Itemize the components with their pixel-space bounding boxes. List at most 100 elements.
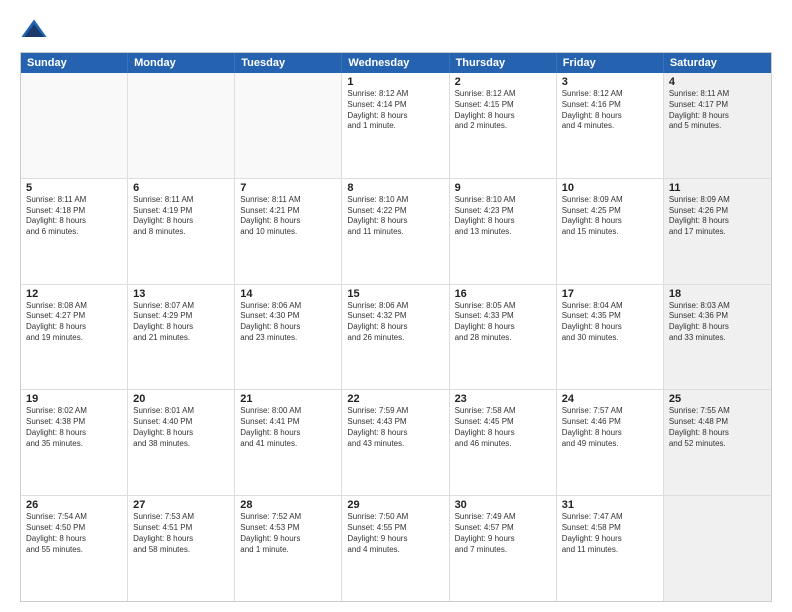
calendar-cell-2-6: 18Sunrise: 8:03 AM Sunset: 4:36 PM Dayli…: [664, 285, 771, 390]
day-number: 2: [455, 76, 551, 88]
cell-info: Sunrise: 7:53 AM Sunset: 4:51 PM Dayligh…: [133, 512, 229, 555]
day-number: 16: [455, 288, 551, 300]
cell-info: Sunrise: 8:00 AM Sunset: 4:41 PM Dayligh…: [240, 406, 336, 449]
calendar-cell-2-5: 17Sunrise: 8:04 AM Sunset: 4:35 PM Dayli…: [557, 285, 664, 390]
day-number: 8: [347, 182, 443, 194]
day-number: 29: [347, 499, 443, 511]
calendar-cell-2-4: 16Sunrise: 8:05 AM Sunset: 4:33 PM Dayli…: [450, 285, 557, 390]
calendar-cell-1-4: 9Sunrise: 8:10 AM Sunset: 4:23 PM Daylig…: [450, 179, 557, 284]
cell-info: Sunrise: 8:02 AM Sunset: 4:38 PM Dayligh…: [26, 406, 122, 449]
calendar-row-2: 12Sunrise: 8:08 AM Sunset: 4:27 PM Dayli…: [21, 285, 771, 391]
calendar-row-0: 1Sunrise: 8:12 AM Sunset: 4:14 PM Daylig…: [21, 73, 771, 179]
calendar-cell-2-3: 15Sunrise: 8:06 AM Sunset: 4:32 PM Dayli…: [342, 285, 449, 390]
day-number: 6: [133, 182, 229, 194]
calendar-cell-1-1: 6Sunrise: 8:11 AM Sunset: 4:19 PM Daylig…: [128, 179, 235, 284]
cell-info: Sunrise: 7:57 AM Sunset: 4:46 PM Dayligh…: [562, 406, 658, 449]
calendar: SundayMondayTuesdayWednesdayThursdayFrid…: [20, 52, 772, 602]
cell-info: Sunrise: 8:03 AM Sunset: 4:36 PM Dayligh…: [669, 301, 766, 344]
day-number: 21: [240, 393, 336, 405]
day-number: 3: [562, 76, 658, 88]
calendar-cell-0-5: 3Sunrise: 8:12 AM Sunset: 4:16 PM Daylig…: [557, 73, 664, 178]
day-number: 17: [562, 288, 658, 300]
calendar-cell-4-6: [664, 496, 771, 601]
cell-info: Sunrise: 8:07 AM Sunset: 4:29 PM Dayligh…: [133, 301, 229, 344]
calendar-cell-3-4: 23Sunrise: 7:58 AM Sunset: 4:45 PM Dayli…: [450, 390, 557, 495]
day-number: 23: [455, 393, 551, 405]
calendar-cell-1-2: 7Sunrise: 8:11 AM Sunset: 4:21 PM Daylig…: [235, 179, 342, 284]
page: SundayMondayTuesdayWednesdayThursdayFrid…: [0, 0, 792, 612]
calendar-cell-4-0: 26Sunrise: 7:54 AM Sunset: 4:50 PM Dayli…: [21, 496, 128, 601]
day-number: 30: [455, 499, 551, 511]
day-number: 11: [669, 182, 766, 194]
calendar-cell-3-6: 25Sunrise: 7:55 AM Sunset: 4:48 PM Dayli…: [664, 390, 771, 495]
cell-info: Sunrise: 8:11 AM Sunset: 4:21 PM Dayligh…: [240, 195, 336, 238]
calendar-row-4: 26Sunrise: 7:54 AM Sunset: 4:50 PM Dayli…: [21, 496, 771, 601]
header-day-monday: Monday: [128, 53, 235, 73]
day-number: 18: [669, 288, 766, 300]
calendar-row-3: 19Sunrise: 8:02 AM Sunset: 4:38 PM Dayli…: [21, 390, 771, 496]
calendar-cell-1-0: 5Sunrise: 8:11 AM Sunset: 4:18 PM Daylig…: [21, 179, 128, 284]
header: [20, 16, 772, 44]
header-day-sunday: Sunday: [21, 53, 128, 73]
calendar-cell-4-3: 29Sunrise: 7:50 AM Sunset: 4:55 PM Dayli…: [342, 496, 449, 601]
day-number: 5: [26, 182, 122, 194]
header-day-wednesday: Wednesday: [342, 53, 449, 73]
cell-info: Sunrise: 8:01 AM Sunset: 4:40 PM Dayligh…: [133, 406, 229, 449]
calendar-cell-4-4: 30Sunrise: 7:49 AM Sunset: 4:57 PM Dayli…: [450, 496, 557, 601]
calendar-cell-3-2: 21Sunrise: 8:00 AM Sunset: 4:41 PM Dayli…: [235, 390, 342, 495]
cell-info: Sunrise: 8:12 AM Sunset: 4:15 PM Dayligh…: [455, 89, 551, 132]
cell-info: Sunrise: 8:08 AM Sunset: 4:27 PM Dayligh…: [26, 301, 122, 344]
header-day-saturday: Saturday: [664, 53, 771, 73]
cell-info: Sunrise: 8:11 AM Sunset: 4:19 PM Dayligh…: [133, 195, 229, 238]
calendar-cell-0-2: [235, 73, 342, 178]
calendar-cell-4-5: 31Sunrise: 7:47 AM Sunset: 4:58 PM Dayli…: [557, 496, 664, 601]
header-day-tuesday: Tuesday: [235, 53, 342, 73]
cell-info: Sunrise: 8:06 AM Sunset: 4:30 PM Dayligh…: [240, 301, 336, 344]
cell-info: Sunrise: 8:05 AM Sunset: 4:33 PM Dayligh…: [455, 301, 551, 344]
day-number: 13: [133, 288, 229, 300]
day-number: 26: [26, 499, 122, 511]
day-number: 19: [26, 393, 122, 405]
calendar-cell-2-2: 14Sunrise: 8:06 AM Sunset: 4:30 PM Dayli…: [235, 285, 342, 390]
calendar-cell-3-3: 22Sunrise: 7:59 AM Sunset: 4:43 PM Dayli…: [342, 390, 449, 495]
cell-info: Sunrise: 7:49 AM Sunset: 4:57 PM Dayligh…: [455, 512, 551, 555]
cell-info: Sunrise: 8:11 AM Sunset: 4:18 PM Dayligh…: [26, 195, 122, 238]
day-number: 4: [669, 76, 766, 88]
calendar-row-1: 5Sunrise: 8:11 AM Sunset: 4:18 PM Daylig…: [21, 179, 771, 285]
calendar-cell-0-0: [21, 73, 128, 178]
day-number: 27: [133, 499, 229, 511]
cell-info: Sunrise: 8:04 AM Sunset: 4:35 PM Dayligh…: [562, 301, 658, 344]
day-number: 22: [347, 393, 443, 405]
header-day-friday: Friday: [557, 53, 664, 73]
cell-info: Sunrise: 8:11 AM Sunset: 4:17 PM Dayligh…: [669, 89, 766, 132]
cell-info: Sunrise: 7:55 AM Sunset: 4:48 PM Dayligh…: [669, 406, 766, 449]
cell-info: Sunrise: 8:10 AM Sunset: 4:23 PM Dayligh…: [455, 195, 551, 238]
calendar-cell-1-3: 8Sunrise: 8:10 AM Sunset: 4:22 PM Daylig…: [342, 179, 449, 284]
calendar-cell-1-5: 10Sunrise: 8:09 AM Sunset: 4:25 PM Dayli…: [557, 179, 664, 284]
calendar-header-row: SundayMondayTuesdayWednesdayThursdayFrid…: [21, 53, 771, 73]
calendar-cell-0-3: 1Sunrise: 8:12 AM Sunset: 4:14 PM Daylig…: [342, 73, 449, 178]
day-number: 24: [562, 393, 658, 405]
cell-info: Sunrise: 8:06 AM Sunset: 4:32 PM Dayligh…: [347, 301, 443, 344]
cell-info: Sunrise: 8:12 AM Sunset: 4:16 PM Dayligh…: [562, 89, 658, 132]
calendar-cell-3-5: 24Sunrise: 7:57 AM Sunset: 4:46 PM Dayli…: [557, 390, 664, 495]
calendar-cell-1-6: 11Sunrise: 8:09 AM Sunset: 4:26 PM Dayli…: [664, 179, 771, 284]
day-number: 15: [347, 288, 443, 300]
day-number: 31: [562, 499, 658, 511]
calendar-cell-4-1: 27Sunrise: 7:53 AM Sunset: 4:51 PM Dayli…: [128, 496, 235, 601]
day-number: 7: [240, 182, 336, 194]
day-number: 10: [562, 182, 658, 194]
cell-info: Sunrise: 7:59 AM Sunset: 4:43 PM Dayligh…: [347, 406, 443, 449]
cell-info: Sunrise: 8:12 AM Sunset: 4:14 PM Dayligh…: [347, 89, 443, 132]
calendar-cell-3-1: 20Sunrise: 8:01 AM Sunset: 4:40 PM Dayli…: [128, 390, 235, 495]
day-number: 12: [26, 288, 122, 300]
cell-info: Sunrise: 7:52 AM Sunset: 4:53 PM Dayligh…: [240, 512, 336, 555]
cell-info: Sunrise: 7:58 AM Sunset: 4:45 PM Dayligh…: [455, 406, 551, 449]
cell-info: Sunrise: 7:54 AM Sunset: 4:50 PM Dayligh…: [26, 512, 122, 555]
cell-info: Sunrise: 8:09 AM Sunset: 4:25 PM Dayligh…: [562, 195, 658, 238]
calendar-cell-3-0: 19Sunrise: 8:02 AM Sunset: 4:38 PM Dayli…: [21, 390, 128, 495]
header-day-thursday: Thursday: [450, 53, 557, 73]
logo: [20, 16, 52, 44]
cell-info: Sunrise: 8:09 AM Sunset: 4:26 PM Dayligh…: [669, 195, 766, 238]
calendar-cell-0-4: 2Sunrise: 8:12 AM Sunset: 4:15 PM Daylig…: [450, 73, 557, 178]
